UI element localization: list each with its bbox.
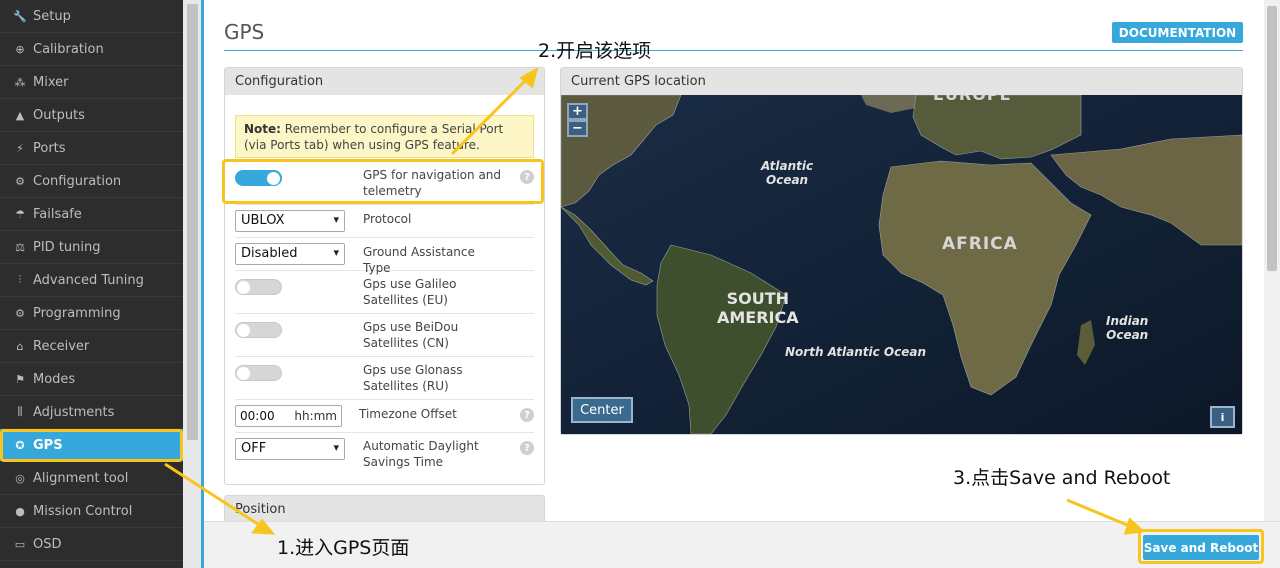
step3-arrow-head	[1123, 517, 1146, 535]
step2-annotation: 2.开启该选项	[538, 40, 652, 62]
step1-arrow-line	[164, 462, 265, 530]
app-window: 🔧 Setup ⊕ Calibration ⁂ Mixer ▲ Outputs ⚡ Ports ⚙ C…	[0, 0, 1280, 568]
step3-arrow-line	[1066, 498, 1133, 529]
step2-arrow-line	[450, 74, 532, 156]
step3-annotation: 3.点击Save and Reboot	[953, 467, 1171, 489]
step1-annotation: 1.进入GPS页面	[277, 537, 410, 559]
